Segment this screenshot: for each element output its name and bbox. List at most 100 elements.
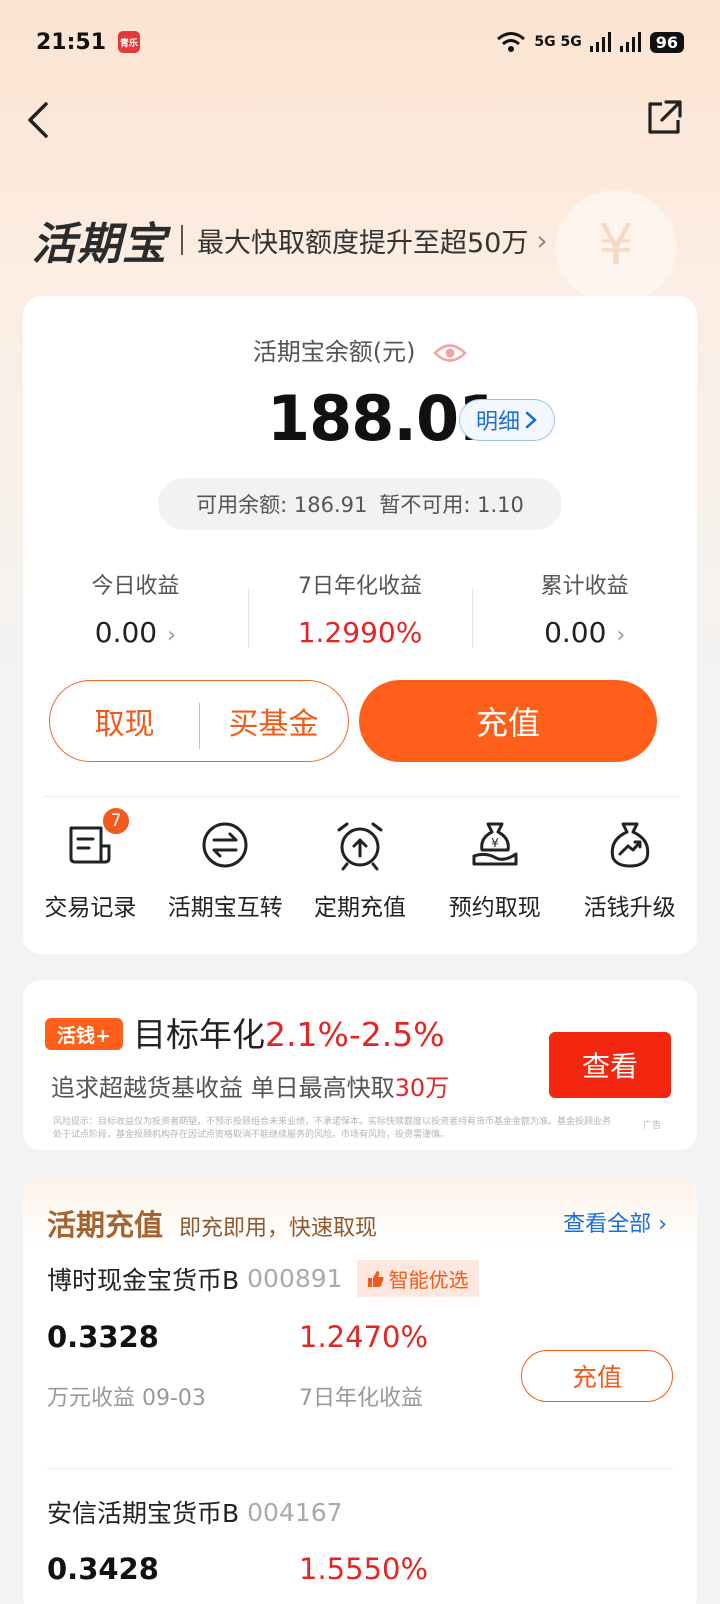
fund-yield-10k-label: 万元收益 09-03 (47, 1386, 206, 1411)
section-subtitle: 即充即用，快速取现 (179, 1216, 378, 1241)
status-indicators: 5G 5G 96 (496, 31, 684, 53)
quick-action-label: 活期宝互转 (167, 895, 283, 921)
fund-annual-yield: 1.5550% (299, 1552, 429, 1586)
ad-title-prefix: 目标年化 (133, 1015, 265, 1054)
fund-annual-label: 7日年化收益 (299, 1386, 423, 1411)
view-all-label: 查看全部 (563, 1212, 652, 1237)
back-arrow-icon[interactable] (22, 98, 58, 142)
stat-value-row: 0.00 › (23, 616, 248, 649)
quick-action-scheduled-recharge[interactable]: 定期充值 (293, 818, 428, 922)
ad-subtitle-prefix: 追求超越货基收益 单日最高快取 (51, 1074, 395, 1102)
stat-label: 7日年化收益 (298, 574, 422, 599)
promo-link[interactable]: 最大快取额度提升至超50万 (197, 221, 528, 260)
ad-view-button[interactable]: 查看 (549, 1032, 671, 1098)
fund-yield-10k: 0.3328 (47, 1320, 159, 1354)
thumbs-up-icon (367, 1270, 384, 1287)
signal-icon (589, 32, 611, 52)
chevron-right-icon: › (616, 623, 626, 648)
stat-value-row: 0.00 › (472, 616, 697, 649)
ad-subtitle-amount: 30万 (394, 1074, 450, 1102)
quick-action-label: 预约取现 (448, 895, 541, 921)
ad-subtitle: 追求超越货基收益 单日最高快取30万 (51, 1068, 449, 1103)
transfer-icon (202, 822, 248, 868)
quick-action-label: 交易记录 (44, 895, 137, 921)
stat-value: 1.2990% (297, 616, 423, 649)
stat-7day-yield: 7日年化收益 1.2990% (247, 568, 473, 658)
quick-action-label: 活钱升级 (583, 895, 676, 921)
eye-icon[interactable] (433, 342, 467, 364)
share-icon[interactable] (644, 98, 684, 138)
fund-annual-yield: 1.2470% (299, 1320, 429, 1354)
chevron-right-icon (525, 411, 537, 429)
ad-disclaimer: 风险提示：目标收益仅为投资者期望，不预示投顾组合未来业绩，不承诺保本。实际快赎额… (53, 1117, 612, 1140)
unavailable-balance: 暂不可用: 1.10 (379, 493, 524, 517)
ad-tag: 活钱+ (45, 1018, 123, 1050)
smart-pick-label: 智能优选 (388, 1268, 469, 1292)
fund-item[interactable]: 安信活期宝货币B 004167 0.3428 1.5550% (47, 1494, 673, 1604)
section-header: 活期充值 即充即用，快速取现 (47, 1202, 377, 1244)
fund-recharge-card: 活期充值 即充即用，快速取现 查看全部 › 博时现金宝货币B 000891 智能… (23, 1176, 697, 1604)
quick-action-transfer[interactable]: 活期宝互转 (158, 818, 293, 922)
detail-label: 明细 (475, 410, 520, 435)
earnings-stats: 今日收益 0.00 › 7日年化收益 1.2990% 累计收益 0.00 › (23, 568, 697, 658)
network-label: 5G 5G (534, 34, 582, 50)
divider (43, 796, 679, 797)
brand-logo: 活期宝 (32, 219, 167, 270)
stat-label: 今日收益 (91, 574, 180, 599)
view-all-link[interactable]: 查看全部 › (563, 1206, 667, 1238)
notification-badge: 7 (101, 806, 131, 836)
balance-card: 活期宝余额(元) 188.01 明细 可用余额: 186.91 暂不可用: 1.… (23, 296, 697, 954)
money-bag-hand-icon: ¥ (472, 822, 518, 866)
stat-value: 0.00 (94, 616, 158, 649)
navigation-bar (0, 92, 720, 152)
quick-action-label: 定期充值 (313, 895, 406, 921)
balance-label: 活期宝余额(元) (252, 338, 416, 366)
buy-fund-button[interactable]: 买基金 (199, 699, 348, 749)
divider (47, 1468, 673, 1469)
stat-value: 0.00 (544, 616, 607, 649)
signal-icon (619, 32, 641, 52)
status-time: 21:51 (36, 29, 107, 55)
chevron-right-icon: › (536, 223, 548, 257)
fund-item[interactable]: 博时现金宝货币B 000891 智能优选 0.3328 1.2470% 万元收益… (47, 1260, 673, 1460)
quick-actions: 7 交易记录 活期宝互转 定期充值 ¥ 预约取现 活钱升级 (23, 806, 697, 922)
brand-divider (181, 225, 183, 255)
section-title: 活期充值 (47, 1208, 164, 1242)
availability-summary: 可用余额: 186.91 暂不可用: 1.10 (158, 478, 562, 530)
fund-name-row: 安信活期宝货币B 004167 (47, 1494, 673, 1530)
smart-pick-tag: 智能优选 (356, 1260, 479, 1297)
alarm-clock-icon (337, 822, 383, 871)
stat-label: 累计收益 (540, 574, 629, 599)
app-notification-icon: 青乐 (118, 31, 141, 53)
quick-action-scheduled-withdraw[interactable]: ¥ 预约取现 (427, 818, 562, 922)
money-bag-up-icon (610, 822, 649, 868)
fund-name: 安信活期宝货币B (47, 1499, 240, 1528)
fund-name-row: 博时现金宝货币B 000891 智能优选 (47, 1260, 673, 1297)
fund-recharge-button[interactable]: 充值 (521, 1350, 673, 1402)
ad-title: 目标年化2.1%-2.5% (133, 1008, 445, 1056)
available-balance: 可用余额: 186.91 (196, 493, 368, 517)
detail-button[interactable]: 明细 (459, 399, 555, 441)
chevron-right-icon: › (658, 1212, 667, 1237)
fund-code: 004167 (247, 1497, 343, 1527)
recharge-button[interactable]: 充值 (359, 680, 657, 762)
balance-label-row: 活期宝余额(元) (23, 332, 697, 367)
battery-indicator: 96 (649, 31, 684, 53)
money-bag-decoration-icon: ¥ (556, 190, 676, 300)
status-bar: 21:51 青乐 5G 5G 96 (0, 0, 720, 84)
brand-row[interactable]: 活期宝 最大快取额度提升至超50万 › (32, 208, 548, 272)
withdraw-button[interactable]: 取现 (50, 699, 199, 743)
withdraw-buy-group: 取现 买基金 (49, 680, 349, 762)
wifi-icon (497, 32, 526, 52)
fund-name: 博时现金宝货币B (47, 1265, 240, 1295)
stat-total-earnings[interactable]: 累计收益 0.00 › (472, 568, 697, 658)
quick-action-upgrade[interactable]: 活钱升级 (562, 818, 697, 922)
fund-yield-10k: 0.3428 (47, 1552, 159, 1586)
fund-code: 000891 (247, 1264, 343, 1293)
svg-text:¥: ¥ (491, 836, 499, 850)
promo-ad-card[interactable]: 活钱+ 目标年化2.1%-2.5% 追求超越货基收益 单日最高快取30万 查看 … (23, 980, 697, 1150)
stat-today-earnings[interactable]: 今日收益 0.00 › (23, 568, 248, 658)
quick-action-transaction-records[interactable]: 7 交易记录 (23, 806, 158, 922)
ad-title-rate: 2.1%-2.5% (265, 1015, 445, 1054)
chevron-right-icon: › (167, 623, 176, 648)
